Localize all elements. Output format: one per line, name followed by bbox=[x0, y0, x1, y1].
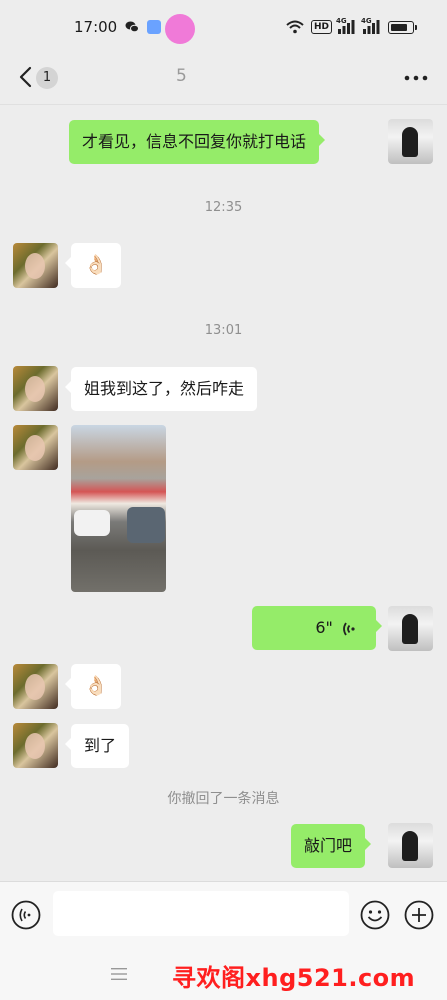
ok-hand-emoji-icon: 👌🏻 bbox=[84, 254, 108, 276]
message-timestamp: 12:35 bbox=[204, 200, 243, 215]
wifi-icon bbox=[286, 20, 304, 34]
message-input-bar bbox=[0, 881, 447, 948]
my-avatar[interactable] bbox=[388, 606, 433, 651]
message-timestamp: 13:01 bbox=[204, 323, 243, 338]
street-photo-message[interactable] bbox=[71, 425, 166, 592]
voice-input-toggle-icon[interactable] bbox=[11, 900, 41, 930]
unread-count-badge[interactable]: 1 bbox=[36, 67, 58, 89]
my-avatar[interactable] bbox=[388, 823, 433, 868]
status-time: 17:00 bbox=[74, 18, 118, 36]
add-plus-icon[interactable] bbox=[404, 900, 434, 930]
back-arrow-icon[interactable] bbox=[16, 66, 38, 88]
more-options-icon[interactable] bbox=[404, 74, 428, 82]
emoji-icon[interactable] bbox=[360, 900, 390, 930]
signal-strength-icon bbox=[363, 20, 380, 34]
contact-avatar[interactable] bbox=[13, 243, 58, 288]
contact-avatar[interactable] bbox=[13, 664, 58, 709]
signal-strength-icon bbox=[338, 20, 355, 34]
my-message-bubble[interactable]: 敲门吧 bbox=[291, 824, 372, 868]
my-voice-message[interactable]: 6" bbox=[252, 606, 382, 650]
contact-avatar[interactable] bbox=[13, 425, 58, 470]
voice-duration: 6" bbox=[315, 618, 333, 637]
notification-avatar-icon bbox=[165, 14, 195, 44]
system-navigation-bar: 寻欢阁xhg521.com bbox=[0, 947, 447, 1000]
ok-hand-emoji-icon: 👌🏻 bbox=[84, 675, 108, 697]
photo-car bbox=[127, 507, 165, 543]
message-input[interactable] bbox=[53, 891, 349, 936]
photo-car bbox=[74, 510, 110, 536]
contact-message-bubble[interactable]: 到了 bbox=[64, 724, 130, 768]
battery-icon bbox=[388, 21, 417, 34]
contact-avatar[interactable] bbox=[13, 723, 58, 768]
chat-title: 5 bbox=[176, 66, 187, 86]
watermark-text: 寻欢阁xhg521.com bbox=[172, 964, 416, 992]
status-bar: 17:00 HD 4G 4G bbox=[0, 0, 447, 56]
contact-message-bubble[interactable]: 姐我到这了，然后咋走 bbox=[64, 367, 258, 411]
hd-badge: HD bbox=[311, 20, 333, 34]
chat-header: 1 5 bbox=[0, 56, 447, 105]
recall-system-message: 你撤回了一条消息 bbox=[167, 791, 280, 807]
my-message-bubble[interactable]: 才看见，信息不回复你就打电话 bbox=[69, 120, 326, 164]
voice-wave-icon bbox=[343, 622, 355, 635]
contact-message-bubble[interactable]: 👌🏻 bbox=[65, 664, 121, 709]
app-notification-icon bbox=[147, 20, 161, 34]
wechat-notification-icon bbox=[125, 21, 139, 33]
my-avatar[interactable] bbox=[388, 119, 433, 164]
contact-message-bubble[interactable]: 👌🏻 bbox=[65, 243, 121, 288]
menu-icon[interactable] bbox=[111, 967, 127, 981]
contact-avatar[interactable] bbox=[13, 366, 58, 411]
